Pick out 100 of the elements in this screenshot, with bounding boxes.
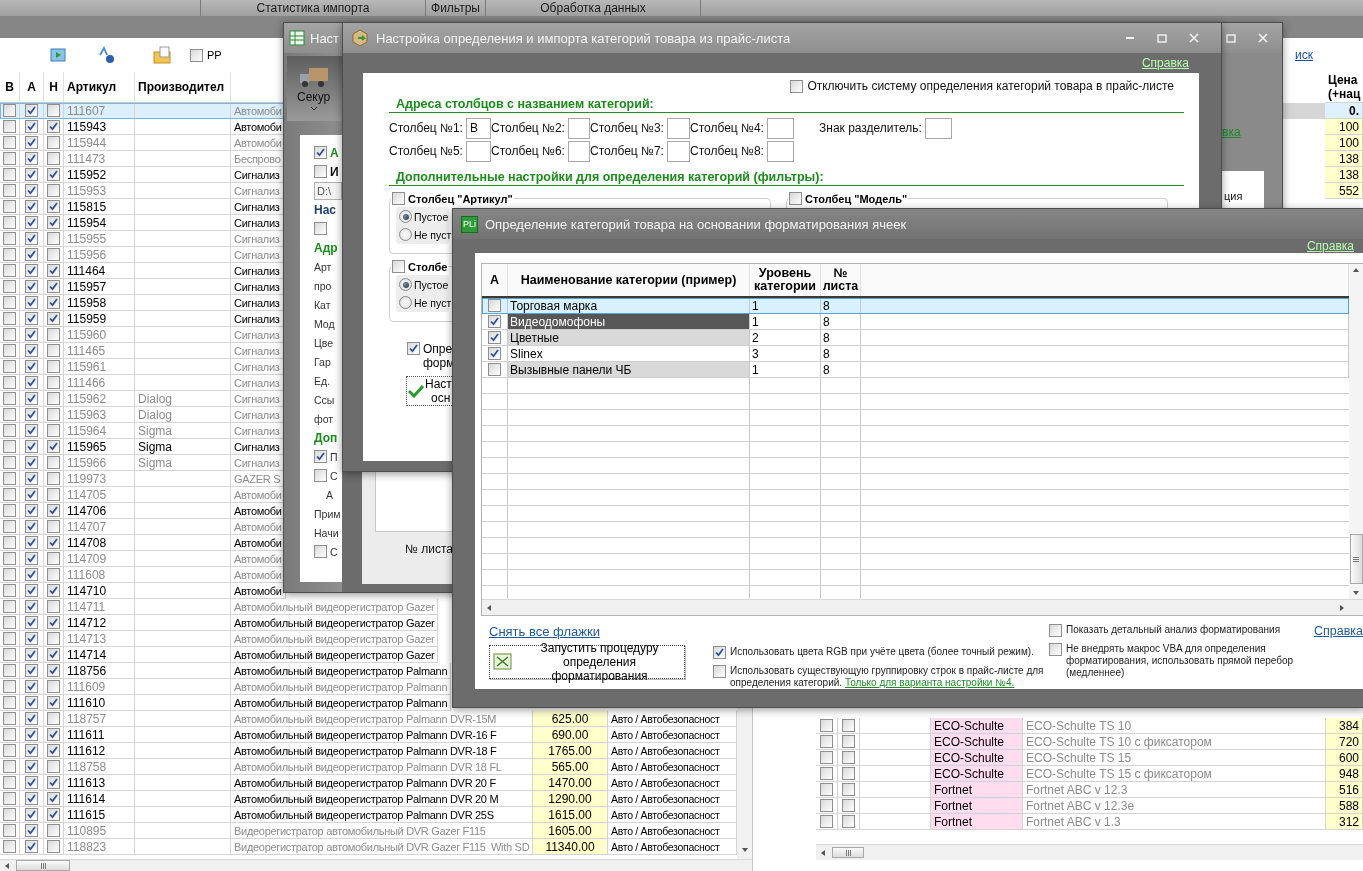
checkbox[interactable] (47, 472, 60, 485)
column-header[interactable]: Уровень категории (750, 264, 821, 296)
checkbox[interactable] (820, 767, 833, 780)
checkbox[interactable] (3, 520, 16, 533)
checkbox[interactable] (25, 664, 38, 677)
table-row[interactable]: 111615 Автомобильный видеорегистратор Palmann DVR 25S 1615.00 Авто / Автобезопасност (0, 807, 737, 823)
checkbox[interactable] (25, 520, 38, 533)
checkbox[interactable] (47, 680, 60, 693)
checkbox[interactable] (47, 840, 60, 853)
table-row[interactable]: 0. (1283, 103, 1363, 119)
table-row[interactable]: 110895 Видеорегистратор автомобильный DVR Gazer F115 1605.00 Авто / Автобезопасност (0, 823, 737, 839)
column-field[interactable] (666, 117, 690, 139)
checkbox[interactable] (842, 719, 855, 732)
table-row[interactable]: 115955 Сигнализ (0, 231, 284, 247)
table-row[interactable]: 114705 Автомоби (0, 487, 286, 503)
checkbox[interactable] (47, 536, 60, 549)
checkbox[interactable] (47, 728, 60, 741)
table-row[interactable]: 114709 Автомоби (0, 551, 286, 567)
table-row[interactable]: 115815 Сигнализ (0, 199, 284, 215)
checkbox[interactable] (25, 216, 38, 229)
checkbox[interactable] (842, 783, 855, 796)
checkbox[interactable] (3, 488, 16, 501)
checkbox[interactable] (1049, 643, 1062, 656)
table-row[interactable]: 552 (1283, 183, 1363, 199)
table-row[interactable]: 118758 Автомобильный видеорегистратор Palmann DVR 18 FL 565.00 Авто / Автобезопасност (0, 759, 737, 775)
table-row[interactable]: 115960 Сигнализ (0, 327, 284, 343)
checkbox[interactable] (820, 735, 833, 748)
checkbox[interactable] (3, 648, 16, 661)
checkbox[interactable] (3, 568, 16, 581)
column-header[interactable]: № листа (821, 264, 861, 296)
table-row[interactable]: 115958 Сигнализ (0, 295, 284, 311)
checkbox[interactable] (25, 760, 38, 773)
table-row[interactable]: 138 (1283, 151, 1363, 167)
column-field[interactable]: B (465, 117, 491, 139)
checkbox[interactable] (3, 712, 16, 725)
checkbox[interactable] (25, 424, 38, 437)
checkbox[interactable] (3, 680, 16, 693)
checkbox[interactable] (3, 344, 16, 357)
checkbox[interactable] (47, 664, 60, 677)
table-row[interactable]: Slinex 3 8 (482, 346, 1349, 362)
checkbox[interactable] (47, 280, 60, 293)
uncheck-all-link[interactable]: Снять все флажки (489, 624, 713, 639)
table-row[interactable]: 118757 Автомобильный видеорегистратор Palmann DVR-15M 625.00 Авто / Автобезопасност (0, 711, 737, 727)
table-row[interactable]: 111608 Автомоби (0, 567, 286, 583)
checkbox[interactable] (3, 168, 16, 181)
table-row[interactable]: 100 (1283, 119, 1363, 135)
checkbox[interactable] (190, 48, 203, 62)
table-row[interactable]: 115943 Автомоби (0, 119, 286, 135)
checkbox[interactable] (3, 360, 16, 373)
checkbox[interactable] (392, 192, 405, 205)
column-field[interactable] (567, 117, 590, 139)
checkbox[interactable] (488, 331, 501, 344)
column-field[interactable] (666, 140, 690, 162)
radio-button[interactable] (399, 278, 412, 291)
table-row[interactable]: 111610 Автомобильный видеорегистратор Palmann (0, 695, 452, 711)
table-row[interactable]: 111609 Автомобильный видеорегистратор Palmann (0, 679, 452, 695)
checkbox[interactable] (47, 568, 60, 581)
radio-button[interactable] (399, 228, 412, 241)
checkbox[interactable] (842, 815, 855, 828)
checkbox[interactable] (25, 440, 38, 453)
table-row[interactable]: 111614 Автомобильный видеорегистратор Palmann DVR 20 M 1290.00 Авто / Автобезопасност (0, 791, 737, 807)
checkbox[interactable] (3, 296, 16, 309)
checkbox[interactable] (47, 360, 60, 373)
checkbox[interactable] (25, 392, 38, 405)
checkbox[interactable] (47, 152, 60, 165)
checkbox[interactable] (3, 760, 16, 773)
help-link[interactable]: Справка (1141, 56, 1189, 70)
table-row[interactable]: 111612 Автомобильный видеорегистратор Palmann DVR-18 F 1765.00 Авто / Автобезопасност (0, 743, 737, 759)
checkbox[interactable] (713, 665, 726, 678)
scrollbar[interactable] (816, 844, 1363, 860)
checkbox[interactable] (3, 808, 16, 821)
checkbox[interactable] (820, 783, 833, 796)
checkbox[interactable] (47, 200, 60, 213)
checkbox[interactable] (3, 216, 16, 229)
table-row[interactable]: 119973 GAZER S (0, 471, 285, 487)
table-row[interactable]: 115957 Сигнализ (0, 279, 284, 295)
table-row[interactable]: 115966 Sigma Сигнализ (0, 455, 284, 471)
checkbox[interactable] (47, 168, 60, 181)
table-row[interactable]: 114707 Автомоби (0, 519, 286, 535)
checkbox[interactable] (25, 312, 38, 325)
checkbox[interactable] (47, 264, 60, 277)
checkbox[interactable] (47, 104, 60, 117)
help-link[interactable]: Справка (1314, 624, 1363, 638)
checkbox[interactable] (25, 584, 38, 597)
checkbox[interactable] (488, 315, 501, 328)
checkbox[interactable] (314, 450, 327, 463)
checkbox[interactable] (3, 552, 16, 565)
checkbox[interactable] (25, 648, 38, 661)
checkbox[interactable] (47, 632, 60, 645)
table-row[interactable]: 114712 Автомобильный видеорегистратор Gazer (0, 615, 439, 631)
checkbox[interactable] (25, 360, 38, 373)
checkbox[interactable] (25, 680, 38, 693)
checkbox[interactable] (47, 328, 60, 341)
checkbox[interactable] (25, 248, 38, 261)
checkbox[interactable] (25, 328, 38, 341)
table-row[interactable]: 115961 Сигнализ (0, 359, 284, 375)
checkbox[interactable] (25, 792, 38, 805)
path-field[interactable]: D:\ (314, 181, 342, 200)
checkbox[interactable] (3, 312, 16, 325)
checkbox[interactable] (3, 616, 16, 629)
